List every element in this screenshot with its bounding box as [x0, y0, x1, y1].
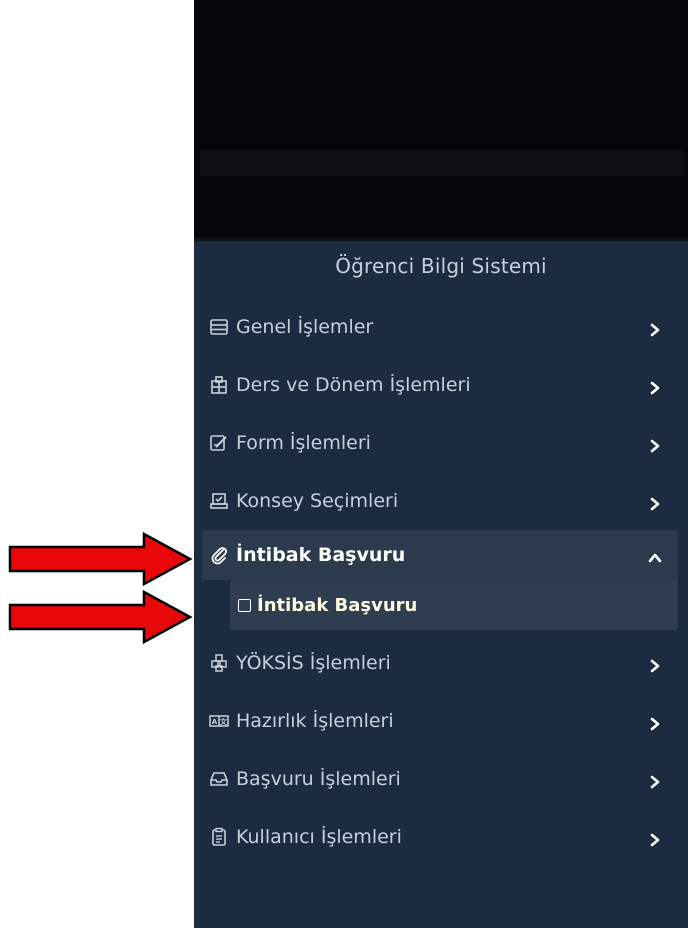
chevron-right-icon: [648, 378, 662, 395]
ballot-icon: [208, 490, 230, 512]
svg-text:A: A: [212, 718, 218, 726]
menu-item-intibak-basvuru[interactable]: İntibak Başvuru: [202, 530, 678, 580]
menu-item-label: Genel İşlemler: [236, 316, 374, 338]
square-icon: [238, 598, 251, 612]
svg-text:文: 文: [220, 717, 228, 726]
menu-item-label: İntibak Başvuru: [236, 544, 406, 566]
menu-item-label: Başvuru İşlemleri: [236, 768, 401, 790]
chevron-right-icon: [648, 494, 662, 511]
menu-item-basvuru-islemleri[interactable]: Başvuru İşlemleri: [194, 750, 688, 808]
boxes-icon: [208, 652, 230, 674]
menu-item-kullanici-islemleri[interactable]: Kullanıcı İşlemleri: [194, 808, 688, 866]
chevron-right-icon: [648, 772, 662, 789]
chevron-right-icon: [648, 436, 662, 453]
menu-item-konsey-secimleri[interactable]: Konsey Seçimleri: [194, 472, 688, 530]
menu-item-hazirlik-islemleri[interactable]: A文 Hazırlık İşlemleri: [194, 692, 688, 750]
building-icon: [208, 374, 230, 396]
annotation-arrow-2: [8, 589, 193, 645]
annotation-arrow-1: [8, 531, 193, 587]
system-title: Öğrenci Bilgi Sistemi: [335, 254, 547, 278]
translate-icon: A文: [208, 710, 230, 732]
chevron-right-icon: [648, 830, 662, 847]
chevron-right-icon: [648, 656, 662, 673]
page: Öğrenci Bilgi Sistemi Genel İşlemler Der…: [0, 0, 688, 928]
table-icon: [208, 316, 230, 338]
chevron-right-icon: [648, 714, 662, 731]
menu-item-ders-ve-donem-islemleri[interactable]: Ders ve Dönem İşlemleri: [194, 356, 688, 414]
menu-item-label: Kullanıcı İşlemleri: [236, 826, 402, 848]
chevron-up-icon: [648, 548, 662, 563]
submenu-item-intibak-basvuru[interactable]: İntibak Başvuru: [230, 580, 678, 630]
menu-item-label: YÖKSİS İşlemleri: [236, 652, 391, 674]
menu-item-yoksis-islemleri[interactable]: YÖKSİS İşlemleri: [194, 634, 688, 692]
menu-item-form-islemleri[interactable]: Form İşlemleri: [194, 414, 688, 472]
clipboard-icon: [208, 826, 230, 848]
sidebar-menu: Genel İşlemler Ders ve Dönem İşlemleri F…: [194, 298, 688, 866]
sidebar: Öğrenci Bilgi Sistemi Genel İşlemler Der…: [194, 0, 688, 928]
redacted-area: [194, 0, 688, 241]
menu-item-label: Hazırlık İşlemleri: [236, 710, 394, 732]
inbox-icon: [208, 768, 230, 790]
submenu-item-label: İntibak Başvuru: [257, 594, 418, 616]
chevron-right-icon: [648, 320, 662, 337]
menu-item-label: Konsey Seçimleri: [236, 490, 399, 512]
menu-item-label: Form İşlemleri: [236, 432, 371, 454]
paperclip-icon: [208, 544, 230, 566]
form-edit-icon: [208, 432, 230, 454]
menu-item-label: Ders ve Dönem İşlemleri: [236, 374, 471, 396]
menu-item-genel-islemler[interactable]: Genel İşlemler: [194, 298, 688, 356]
